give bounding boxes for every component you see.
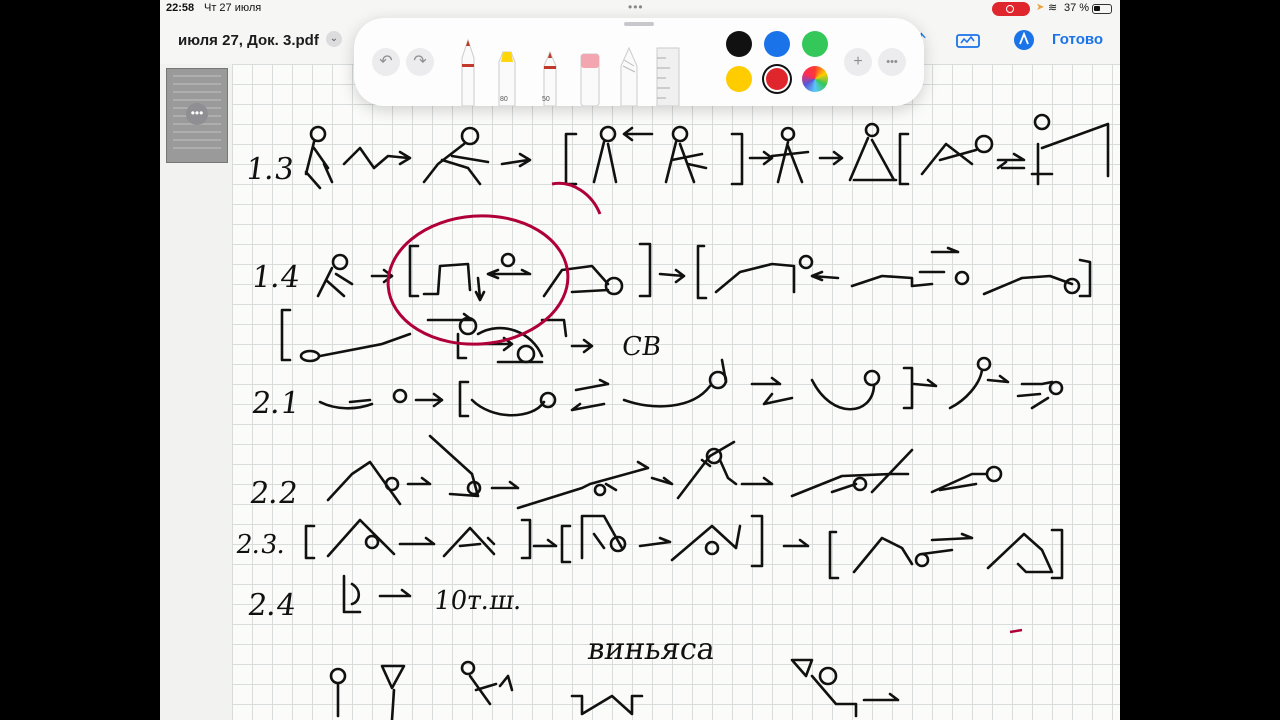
battery-icon bbox=[1092, 4, 1112, 14]
add-shape-icon[interactable]: + bbox=[844, 48, 872, 76]
location-icon: ➤ bbox=[1036, 2, 1045, 13]
cb-note: СВ bbox=[619, 332, 664, 362]
row-label-2-1: 2.1 bbox=[249, 386, 303, 421]
chevron-down-icon[interactable]: ⌄ bbox=[326, 31, 342, 47]
row-label-1-4: 1.4 bbox=[249, 260, 303, 295]
wifi-icon: ≋ bbox=[1048, 2, 1058, 14]
document-title[interactable]: июля 27, Док. 3.pdf bbox=[178, 32, 319, 49]
row-label-1-3: 1.3 bbox=[243, 152, 297, 187]
battery-percentage: 37 % bbox=[1064, 2, 1090, 14]
undo-icon[interactable]: ↶ bbox=[372, 48, 400, 76]
row-2-4-note: 10т.ш. bbox=[431, 586, 525, 616]
signature-icon[interactable] bbox=[956, 30, 980, 50]
lasso-tool-icon[interactable] bbox=[618, 44, 640, 106]
color-yellow-swatch[interactable] bbox=[726, 66, 752, 92]
color-green-swatch[interactable] bbox=[802, 31, 828, 57]
color-blue-swatch[interactable] bbox=[764, 31, 790, 57]
toolbar-drag-handle[interactable] bbox=[624, 22, 654, 26]
page-thumbnail-sidebar: ••• bbox=[160, 64, 232, 720]
pen-tool-icon[interactable] bbox=[458, 30, 478, 106]
row-label-2-3: 2.3. bbox=[233, 530, 288, 560]
toolbar-more-icon[interactable]: ••• bbox=[878, 48, 906, 76]
pdf-page[interactable]: 1.3 1.4 2.1 2.2 2.3. 2.4 10т.ш. СВ винья… bbox=[232, 64, 1120, 720]
more-options-icon[interactable]: ••• bbox=[186, 103, 208, 125]
color-red-swatch[interactable] bbox=[766, 68, 788, 90]
markup-toolbar: ↶ ↷ 80 50 + ••• bbox=[354, 18, 924, 106]
pencil-size: 50 bbox=[542, 96, 550, 103]
status-bar: 22:58 Чт 27 июля ••• ➤ ≋ 37 % bbox=[160, 0, 1120, 18]
row-label-2-4: 2.4 bbox=[245, 588, 299, 623]
ipad-screen: 22:58 Чт 27 июля ••• ➤ ≋ 37 % июля 27, Д… bbox=[160, 0, 1120, 720]
screen-recording-icon[interactable] bbox=[992, 2, 1030, 16]
vinyasa-heading: виньяса bbox=[585, 632, 718, 667]
color-black-swatch[interactable] bbox=[726, 31, 752, 57]
eraser-tool-icon[interactable] bbox=[578, 44, 602, 106]
ruler-tool-icon[interactable] bbox=[654, 44, 682, 106]
marker-size: 80 bbox=[500, 96, 508, 103]
redo-icon[interactable]: ↷ bbox=[406, 48, 434, 76]
color-picker-icon[interactable] bbox=[802, 66, 828, 92]
row-label-2-2: 2.2 bbox=[247, 476, 301, 511]
markup-pen-icon[interactable] bbox=[1012, 28, 1036, 52]
multitasking-dots-icon[interactable]: ••• bbox=[628, 0, 644, 14]
handwritten-sketches bbox=[280, 113, 1110, 720]
status-time: 22:58 bbox=[166, 2, 195, 14]
status-date: Чт 27 июля bbox=[204, 2, 262, 14]
page-thumbnail[interactable]: ••• bbox=[166, 68, 228, 163]
done-button[interactable]: Готово bbox=[1052, 31, 1103, 48]
